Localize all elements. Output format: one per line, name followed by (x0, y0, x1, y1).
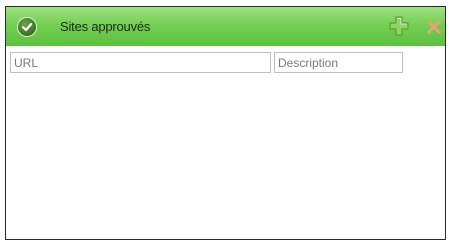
panel-header: Sites approuvés (6, 7, 445, 46)
grid-body-empty (10, 74, 441, 236)
panel-title: Sites approuvés (60, 19, 151, 34)
approved-sites-panel: Sites approuvés URL Description (5, 6, 446, 240)
plus-icon[interactable] (389, 16, 409, 36)
column-header-url[interactable]: URL (10, 52, 271, 73)
column-header-description[interactable]: Description (274, 52, 403, 73)
x-icon[interactable] (426, 19, 442, 35)
check-circle-icon (18, 18, 36, 36)
